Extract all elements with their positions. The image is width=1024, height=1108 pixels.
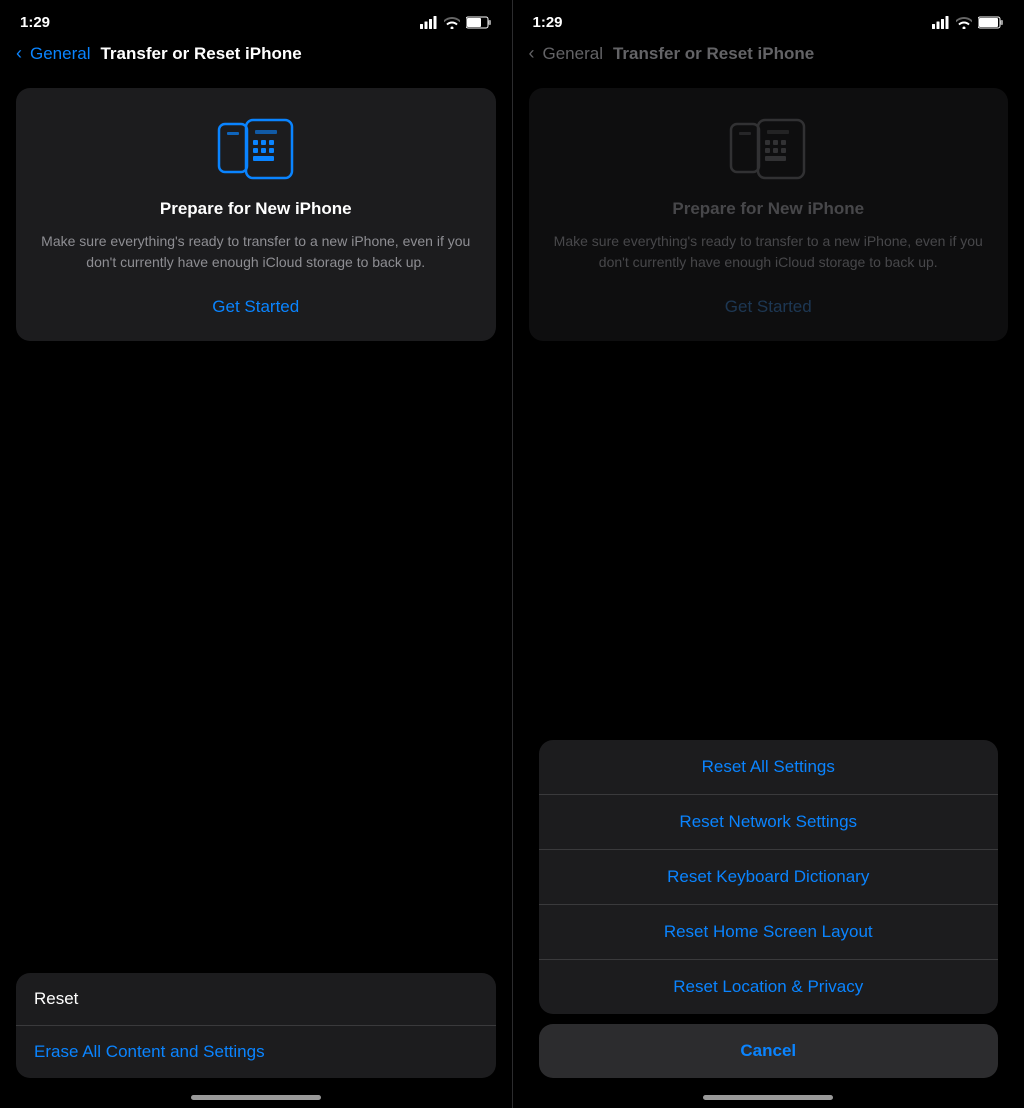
status-icons-right xyxy=(932,16,1004,29)
nav-bar-left: ‹ General Transfer or Reset iPhone xyxy=(0,39,512,76)
battery-icon-right xyxy=(978,16,1004,29)
bottom-section-left: Reset Erase All Content and Settings xyxy=(16,973,496,1078)
status-bar-right: 1:29 xyxy=(513,0,1024,39)
prepare-title-right: Prepare for New iPhone xyxy=(672,199,864,219)
reset-network-settings-button[interactable]: Reset Network Settings xyxy=(539,795,999,850)
prepare-desc-left: Make sure everything's ready to transfer… xyxy=(36,231,476,273)
reset-home-screen-layout-button[interactable]: Reset Home Screen Layout xyxy=(539,905,999,960)
left-phone-panel: 1:29 ‹ General Transfer or Reset iPh xyxy=(0,0,512,1108)
get-started-button-right: Get Started xyxy=(725,293,812,321)
home-indicator-left xyxy=(191,1095,321,1100)
right-phone-panel: 1:29 ‹ General Transfer or Reset iPh xyxy=(513,0,1024,1108)
transfer-icon-left xyxy=(211,112,301,187)
reset-keyboard-dictionary-button[interactable]: Reset Keyboard Dictionary xyxy=(539,850,999,905)
time-left: 1:29 xyxy=(20,14,50,31)
erase-all-button[interactable]: Erase All Content and Settings xyxy=(16,1026,496,1078)
page-title-left: Transfer or Reset iPhone xyxy=(100,44,301,64)
status-icons-left xyxy=(420,16,492,29)
reset-menu: Reset All Settings Reset Network Setting… xyxy=(539,740,999,1014)
nav-bar-right: ‹ General Transfer or Reset iPhone xyxy=(513,39,1024,76)
time-right: 1:29 xyxy=(533,14,563,31)
back-label-right: General xyxy=(543,44,603,64)
home-indicator-right xyxy=(703,1095,833,1100)
reset-location-privacy-button[interactable]: Reset Location & Privacy xyxy=(539,960,999,1014)
wifi-icon xyxy=(444,16,460,29)
page-title-right: Transfer or Reset iPhone xyxy=(613,44,814,64)
signal-icon xyxy=(420,16,438,29)
back-label-left[interactable]: General xyxy=(30,44,90,64)
cancel-button[interactable]: Cancel xyxy=(539,1024,999,1078)
prepare-card-right: Prepare for New iPhone Make sure everyth… xyxy=(529,88,1009,341)
reset-action-sheet: Reset All Settings Reset Network Setting… xyxy=(523,740,1015,1078)
get-started-button-left[interactable]: Get Started xyxy=(212,293,299,321)
status-bar-left: 1:29 xyxy=(0,0,512,39)
back-arrow-right: ‹ xyxy=(529,43,535,64)
transfer-icon-right xyxy=(723,112,813,187)
wifi-icon-right xyxy=(956,16,972,29)
reset-card-left: Reset Erase All Content and Settings xyxy=(16,973,496,1078)
prepare-title-left: Prepare for New iPhone xyxy=(160,199,352,219)
reset-label: Reset xyxy=(16,973,496,1026)
signal-icon-right xyxy=(932,16,950,29)
prepare-card-left: Prepare for New iPhone Make sure everyth… xyxy=(16,88,496,341)
back-arrow-left[interactable]: ‹ xyxy=(16,43,22,64)
battery-icon xyxy=(466,16,492,29)
reset-all-settings-button[interactable]: Reset All Settings xyxy=(539,740,999,795)
prepare-desc-right: Make sure everything's ready to transfer… xyxy=(549,231,989,273)
